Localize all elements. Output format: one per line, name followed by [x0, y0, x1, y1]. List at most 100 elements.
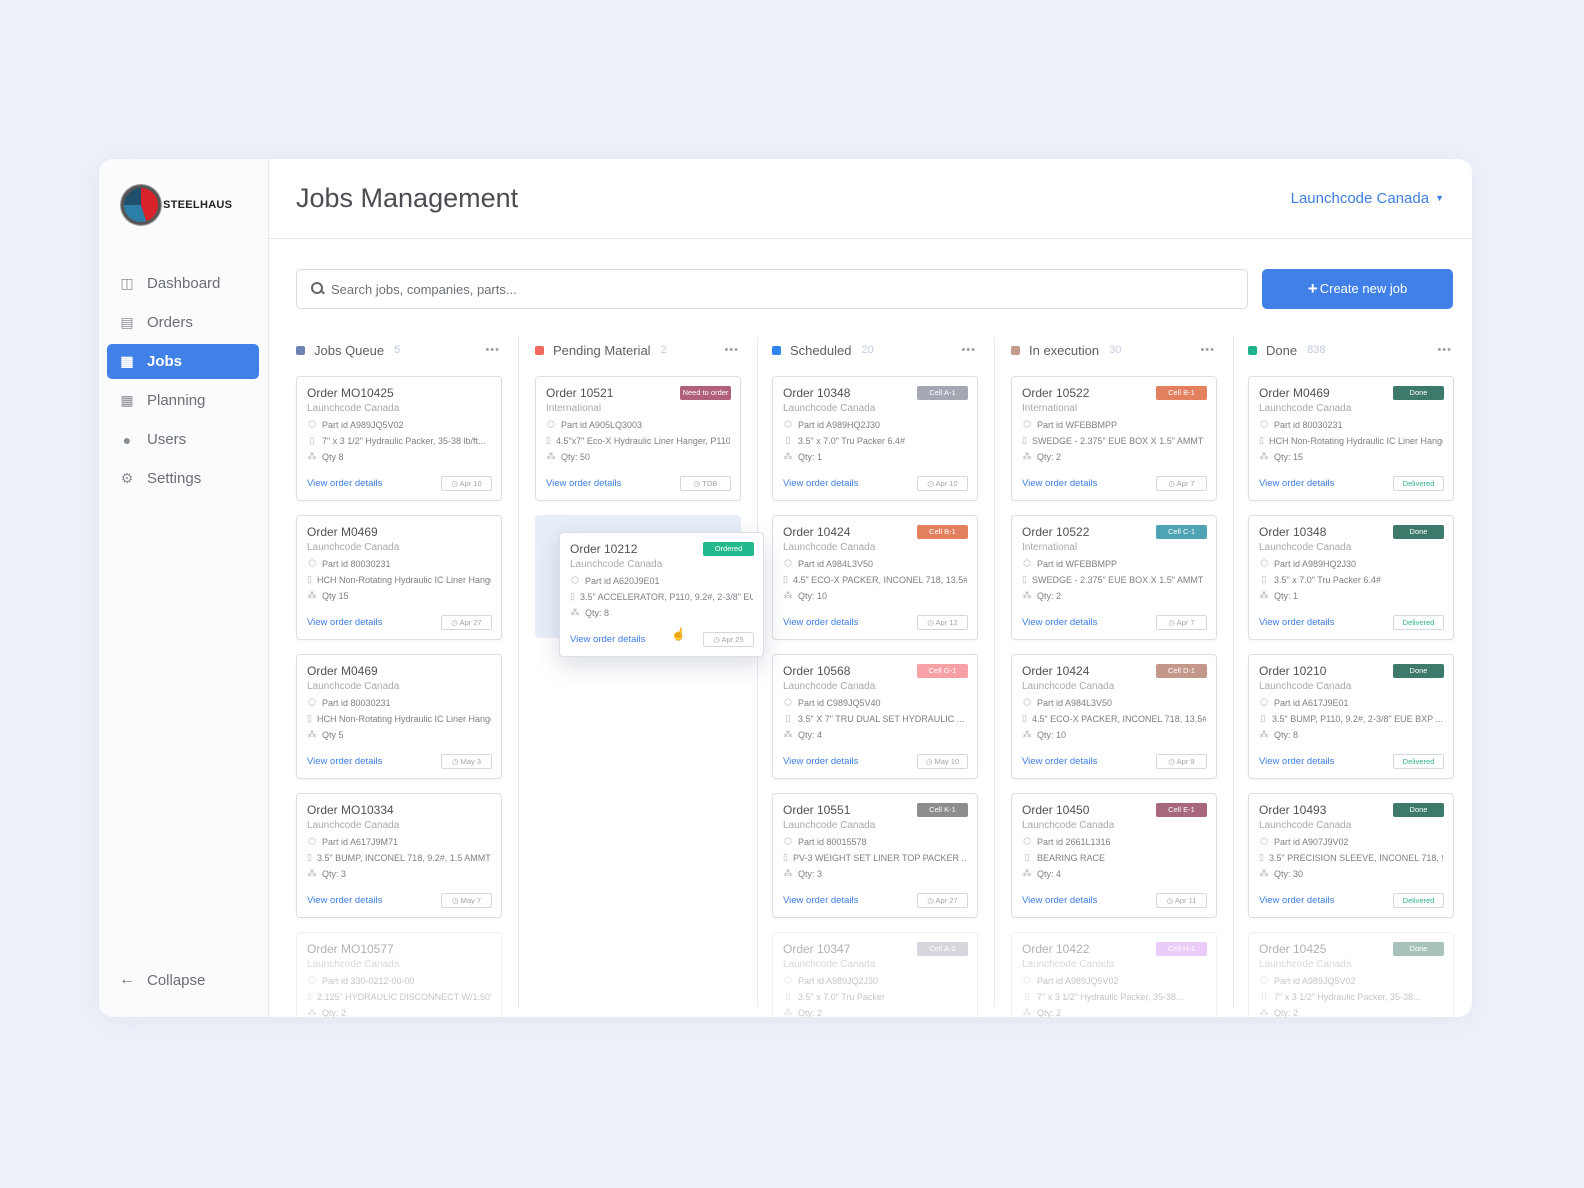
job-card[interactable]: Order M0469 Launchcode Canada ⬡ Part id 800… [296, 515, 502, 640]
job-card[interactable]: Order 10522 International ⬡ Part id WFEBBMP… [1011, 376, 1217, 501]
card-qty: ⁂ Qty: 8 [1259, 729, 1443, 740]
view-order-details-link[interactable]: View order details [1022, 895, 1097, 906]
view-order-details-link[interactable]: View order details [783, 617, 858, 628]
more-options-icon[interactable]: ••• [1200, 344, 1215, 356]
card-part: ⬡ Part id A989JQ5V02 [1022, 975, 1206, 986]
job-card[interactable]: Order MO10577 Launchcode Canada ⬡ Part id 3… [296, 932, 502, 1017]
card-desc-text: 3.5" x 7.0" Tru Packer 6.4# [1274, 574, 1381, 585]
column-header: Pending Material 2 ••• [535, 339, 741, 361]
more-options-icon[interactable]: ••• [1437, 344, 1452, 356]
collapse-button[interactable]: ← Collapse [119, 971, 205, 989]
sidebar-item-dashboard[interactable]: ◫ Dashboard [107, 266, 259, 301]
due-date-chip: ◷ Apr 7 [1156, 476, 1207, 491]
steelhaus-logo[interactable]: STEELHAUS [121, 185, 232, 225]
more-options-icon[interactable]: ••• [724, 344, 739, 356]
card-qty: ⁂ Qty 15 [307, 590, 491, 601]
card-desc: ▯ SWEDGE - 2.375" EUE BOX X 1.5" AMMT PIN… [1022, 574, 1206, 585]
view-order-details-link[interactable]: View order details [307, 478, 382, 489]
sidebar-item-orders[interactable]: ▤ Orders [107, 305, 259, 340]
column-count: 2 [660, 344, 667, 356]
company-name: Launchcode Canada [1259, 542, 1352, 553]
view-order-details-link[interactable]: View order details [1022, 617, 1097, 628]
card-part: ⬡ Part id A989JQ5V02 [1259, 975, 1443, 986]
job-card[interactable]: Order 10551 Launchcode Canada ⬡ Part id 800… [772, 793, 978, 918]
search-input[interactable] [331, 281, 1247, 297]
clipboard-icon: ▯ [1261, 574, 1267, 584]
view-order-details-link[interactable]: View order details [307, 617, 382, 628]
company-selector[interactable]: Launchcode Canada ▼ [1291, 190, 1444, 207]
view-order-details-link[interactable]: View order details [307, 756, 382, 767]
view-order-details-link[interactable]: View order details [783, 478, 858, 489]
quantity-icon: ⁂ [546, 451, 556, 461]
company-name: Launchcode Canada [307, 820, 400, 831]
view-order-details-link[interactable]: View order details [1259, 895, 1334, 906]
create-new-job-button[interactable]: + Create new job [1262, 269, 1453, 309]
job-card[interactable]: Order 10521 International ⬡ Part id A905LQ3… [535, 376, 741, 501]
job-card[interactable]: Order 10422 Launchcode Canada ⬡ Part id A98… [1011, 932, 1217, 1017]
view-order-details-link[interactable]: View order details [1259, 617, 1334, 628]
view-order-details-link[interactable]: View order details [1259, 478, 1334, 489]
sidebar-item-planning[interactable]: ▦ Planning [107, 383, 259, 418]
card-part-text: Part id WFEBBMPP [1037, 558, 1118, 569]
view-order-details-link[interactable]: View order details [307, 895, 382, 906]
card-part: ⬡ Part id A989JQ2J30 [783, 975, 967, 986]
job-card[interactable]: Order 10210 Launchcode Canada ⬡ Part id A61… [1248, 654, 1454, 779]
view-order-details-link[interactable]: View order details [570, 634, 645, 645]
quantity-icon: ⁂ [307, 590, 317, 600]
status-badge: Cell B-1 [917, 525, 968, 539]
more-options-icon[interactable]: ••• [961, 344, 976, 356]
view-order-details-link[interactable]: View order details [1022, 756, 1097, 767]
part-icon: ⬡ [547, 419, 555, 429]
sidebar-item-jobs[interactable]: ▦ Jobs [107, 344, 259, 379]
job-card[interactable]: Order 10424 Launchcode Canada ⬡ Part id A98… [772, 515, 978, 640]
chip-text: Apr 7 [1176, 618, 1195, 627]
job-card[interactable]: Order 10493 Launchcode Canada ⬡ Part id A90… [1248, 793, 1454, 918]
view-order-details-link[interactable]: View order details [546, 478, 621, 489]
clipboard-icon: ▯ [1022, 713, 1027, 723]
card-part-text: Part id 80015578 [798, 836, 867, 847]
card-footer: View order details ◷ Apr 11 [1022, 893, 1207, 908]
job-card[interactable]: Order M0469 Launchcode Canada ⬡ Part id 800… [296, 654, 502, 779]
card-desc-text: 3.5" ACCELERATOR, P110, 9.2#, 2-3/8" EUE… [579, 591, 753, 602]
clipboard-icon: ▯ [307, 713, 312, 723]
status-badge: Done [1393, 942, 1444, 956]
job-card[interactable]: Order MO10334 Launchcode Canada ⬡ Part id A… [296, 793, 502, 918]
job-card[interactable]: Order 10568 Launchcode Canada ⬡ Part id C98… [772, 654, 978, 779]
view-order-details-link[interactable]: View order details [1259, 756, 1334, 767]
arrow-left-icon: ← [119, 971, 135, 988]
card-part: ⬡ Part id 80030231 [307, 558, 491, 569]
sidebar-item-settings[interactable]: ⚙ Settings [107, 461, 259, 496]
job-card[interactable]: Order 10348 Launchcode Canada ⬡ Part id A98… [1248, 515, 1454, 640]
plus-icon: + [1307, 279, 1318, 298]
job-card[interactable]: Order M0469 Launchcode Canada ⬡ Part id 800… [1248, 376, 1454, 501]
part-icon: ⬡ [1023, 836, 1031, 846]
part-icon: ⬡ [308, 975, 316, 985]
job-card[interactable]: Order 10424 Launchcode Canada ⬡ Part id A98… [1011, 654, 1217, 779]
column-scheduled: Scheduled 20 ••• Order 10348 Launchcode Cana… [772, 339, 978, 1017]
job-card[interactable]: Order MO10425 Launchcode Canada ⬡ Part id A… [296, 376, 502, 501]
column-divider [1233, 337, 1234, 1007]
more-options-icon[interactable]: ••• [485, 344, 500, 356]
card-desc-text: 7" x 3 1/2" Hydraulic Packer, 35-38 lb/f… [322, 435, 486, 446]
card-part: ⬡ Part id 80030231 [307, 697, 491, 708]
dragged-job-card[interactable]: Order 10212 Launchcode Canada ⬡ Part id A62… [559, 532, 764, 657]
column-title: Pending Material [553, 342, 651, 358]
card-footer: View order details ◷ Apr 27 [783, 893, 968, 908]
job-card[interactable]: Order 10348 Launchcode Canada ⬡ Part id A98… [772, 376, 978, 501]
sidebar-item-users[interactable]: ● Users [107, 422, 259, 457]
card-qty-text: Qty: 4 [798, 729, 823, 740]
card-qty: ⁂ Qty: 2 [783, 1007, 967, 1017]
quantity-icon: ⁂ [1259, 868, 1269, 878]
company-name: Launchcode Canada [307, 959, 400, 970]
gear-icon: ⚙ [120, 470, 134, 486]
job-card[interactable]: Order 10450 Launchcode Canada ⬡ Part id 266… [1011, 793, 1217, 918]
card-qty: ⁂ Qty: 8 [570, 607, 753, 618]
job-card[interactable]: Order 10347 Launchcode Canada ⬡ Part id A98… [772, 932, 978, 1017]
company-name: International [546, 403, 602, 414]
view-order-details-link[interactable]: View order details [783, 756, 858, 767]
job-card[interactable]: Order 10522 International ⬡ Part id WFEBBMP… [1011, 515, 1217, 640]
view-order-details-link[interactable]: View order details [783, 895, 858, 906]
search-box[interactable] [296, 269, 1248, 309]
job-card[interactable]: Order 10425 Launchcode Canada ⬡ Part id A98… [1248, 932, 1454, 1017]
view-order-details-link[interactable]: View order details [1022, 478, 1097, 489]
